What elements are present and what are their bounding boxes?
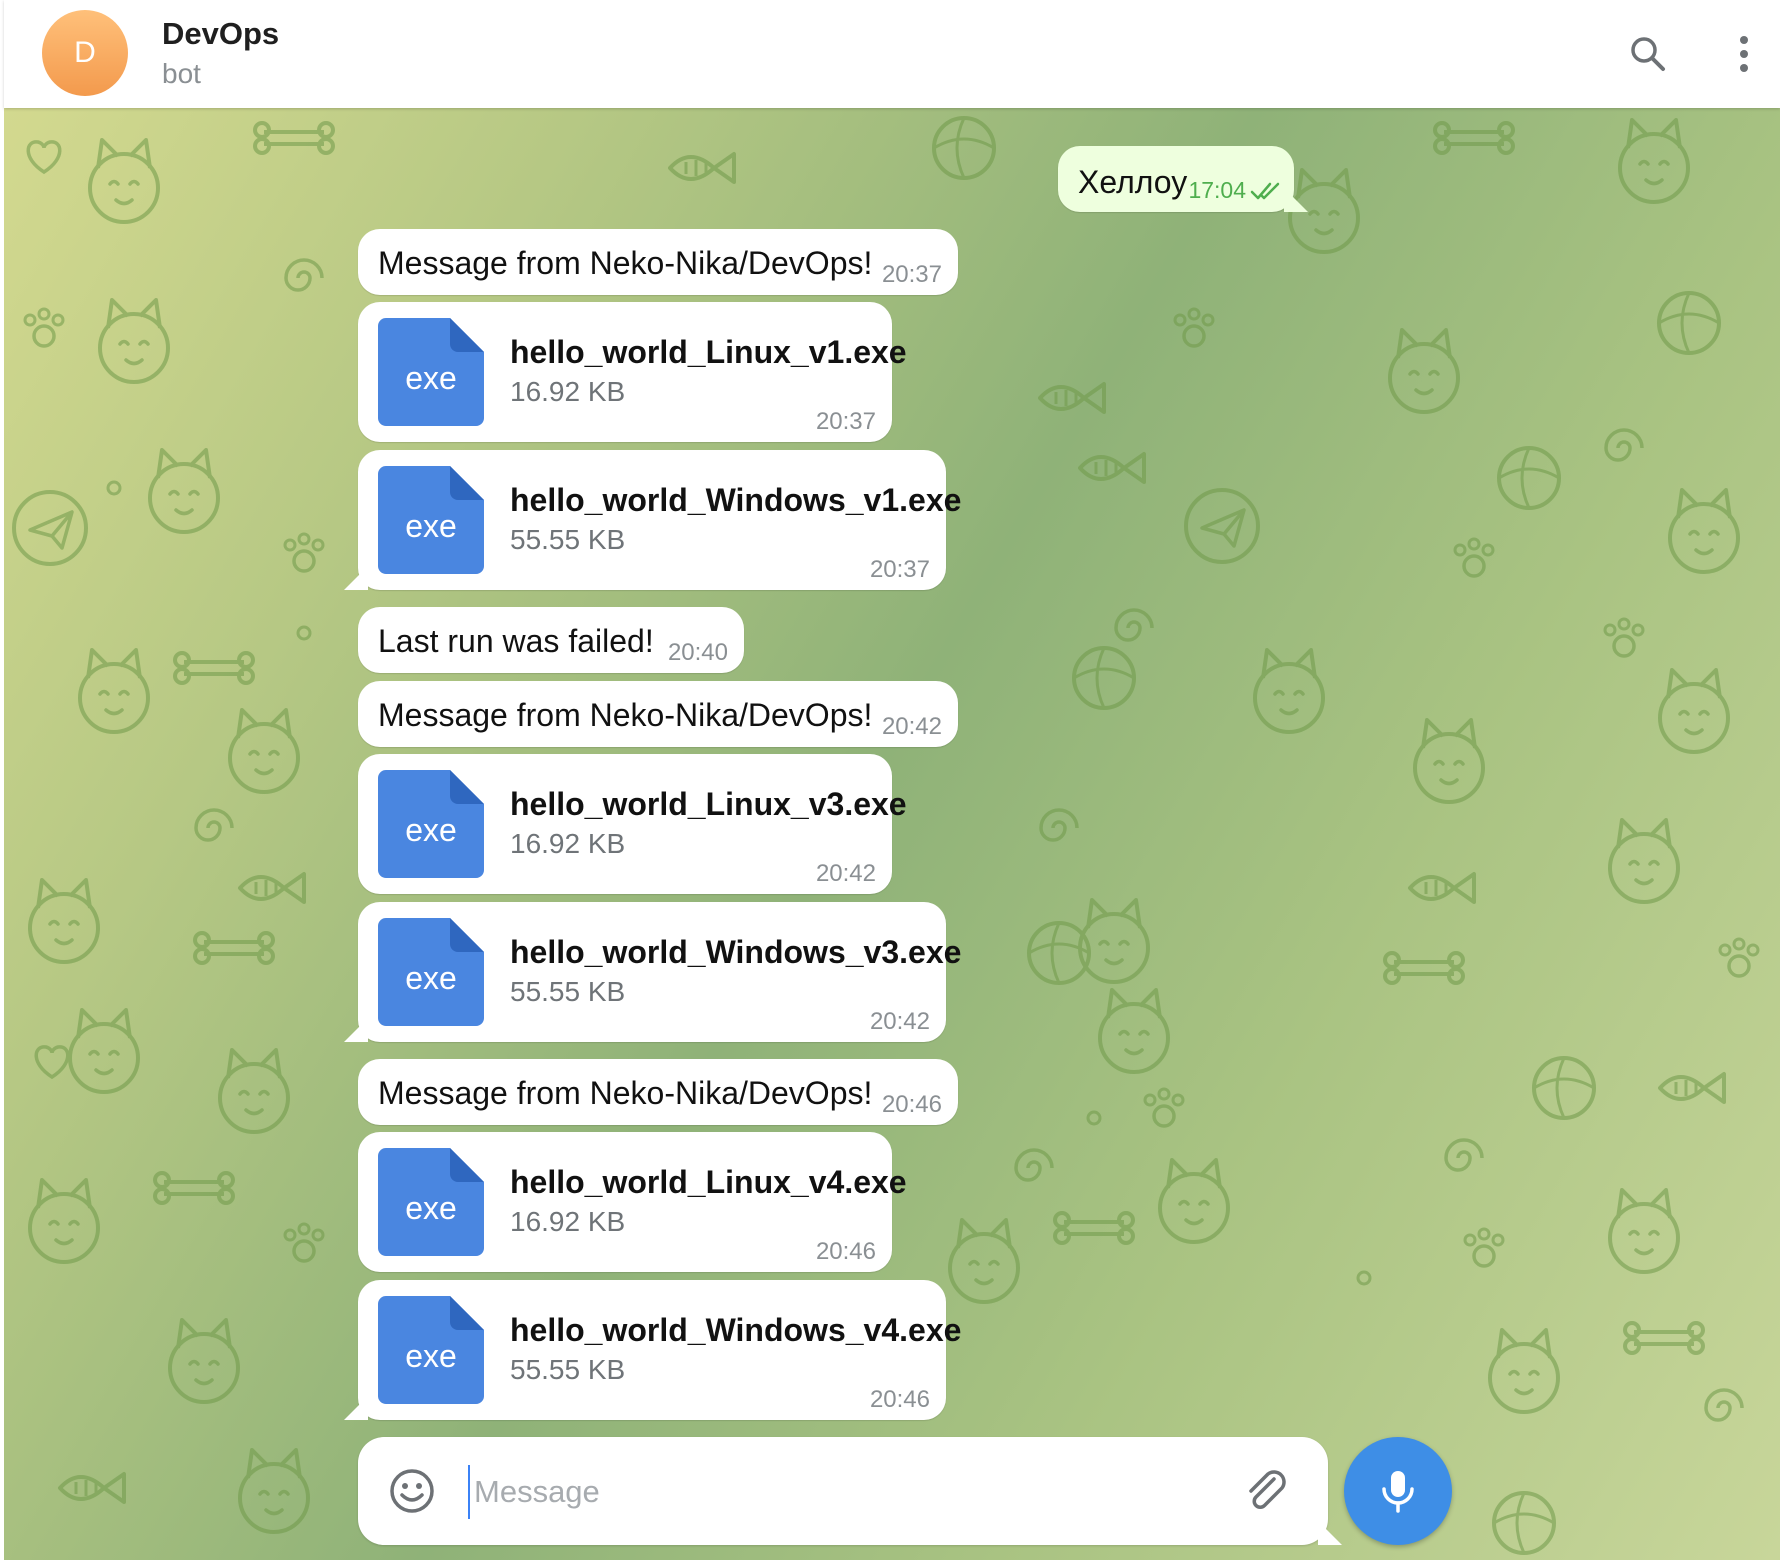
- file-size: 16.92 KB: [510, 1206, 626, 1237]
- message-time: 20:42: [881, 713, 942, 740]
- double-check-icon: [1250, 182, 1280, 200]
- chat-title[interactable]: DevOps: [162, 16, 279, 52]
- file-extension: exe: [405, 1190, 457, 1226]
- paperclip-icon[interactable]: [1240, 1465, 1290, 1515]
- message-time: 20:37: [869, 556, 930, 583]
- message-time: 20:46: [869, 1386, 930, 1413]
- microphone-icon[interactable]: [1344, 1437, 1452, 1545]
- more-vertical-icon[interactable]: [1720, 30, 1768, 78]
- file-name: hello_world_Linux_v3.exe: [510, 786, 907, 822]
- message-time: 20:46: [881, 1091, 942, 1118]
- file-extension: exe: [405, 1338, 457, 1374]
- message-text: Message from Neko-Nika/DevOps!: [378, 245, 873, 281]
- message-time: 20:37: [815, 408, 876, 435]
- outgoing-message[interactable]: Хеллоу 17:04: [1058, 146, 1308, 212]
- message-text: Last run was failed!: [378, 623, 654, 659]
- file-extension: exe: [405, 812, 457, 848]
- message-time: 20:40: [667, 639, 728, 666]
- message-text: Хеллоу: [1078, 164, 1188, 200]
- file-message[interactable]: exe hello_world_Windows_v1.exe 55.55 KB …: [344, 450, 961, 590]
- file-name: hello_world_Linux_v1.exe: [510, 334, 907, 370]
- file-extension: exe: [405, 508, 457, 544]
- message-input[interactable]: [468, 1465, 1196, 1519]
- file-size: 55.55 KB: [510, 1354, 626, 1385]
- avatar[interactable]: D: [42, 10, 128, 96]
- incoming-message[interactable]: Message from Neko-Nika/DevOps! 20:42: [358, 681, 958, 747]
- file-message[interactable]: exe hello_world_Linux_v1.exe 16.92 KB 20…: [358, 302, 907, 442]
- file-icon[interactable]: exe: [378, 466, 484, 574]
- chat-background: Хеллоу 17:04 Message from Neko-Nika/DevO…: [4, 108, 1780, 1560]
- file-icon[interactable]: exe: [378, 918, 484, 1026]
- file-message[interactable]: exe hello_world_Windows_v3.exe 55.55 KB …: [344, 902, 961, 1042]
- message-time: 20:42: [869, 1008, 930, 1035]
- file-extension: exe: [405, 360, 457, 396]
- file-name: hello_world_Windows_v4.exe: [510, 1312, 962, 1348]
- incoming-message[interactable]: Last run was failed! 20:40: [358, 607, 744, 673]
- file-message[interactable]: exe hello_world_Windows_v4.exe 55.55 KB …: [344, 1280, 961, 1420]
- message-time: 20:46: [815, 1238, 876, 1265]
- message-time: 20:42: [815, 860, 876, 887]
- file-icon[interactable]: exe: [378, 770, 484, 878]
- file-icon[interactable]: exe: [378, 1296, 484, 1404]
- search-icon[interactable]: [1624, 30, 1672, 78]
- file-name: hello_world_Linux_v4.exe: [510, 1164, 907, 1200]
- file-message[interactable]: exe hello_world_Linux_v4.exe 16.92 KB 20…: [358, 1132, 907, 1272]
- file-name: hello_world_Windows_v1.exe: [510, 482, 962, 518]
- message-time: 20:37: [881, 261, 942, 288]
- chat-header: D DevOps bot: [4, 0, 1780, 108]
- file-icon[interactable]: exe: [378, 318, 484, 426]
- file-message[interactable]: exe hello_world_Linux_v3.exe 16.92 KB 20…: [358, 754, 907, 894]
- incoming-message[interactable]: Message from Neko-Nika/DevOps! 20:46: [358, 1059, 958, 1125]
- message-time: 17:04: [1188, 177, 1246, 203]
- emoji-icon[interactable]: [388, 1467, 436, 1515]
- file-size: 16.92 KB: [510, 828, 626, 859]
- file-icon[interactable]: exe: [378, 1148, 484, 1256]
- incoming-message[interactable]: Message from Neko-Nika/DevOps! 20:37: [358, 229, 958, 295]
- file-name: hello_world_Windows_v3.exe: [510, 934, 962, 970]
- message-text: Message from Neko-Nika/DevOps!: [378, 697, 873, 733]
- file-size: 55.55 KB: [510, 976, 626, 1007]
- file-size: 55.55 KB: [510, 524, 626, 555]
- message-text: Message from Neko-Nika/DevOps!: [378, 1075, 873, 1111]
- chat-subtitle: bot: [162, 58, 201, 89]
- file-size: 16.92 KB: [510, 376, 626, 407]
- file-extension: exe: [405, 960, 457, 996]
- message-composer: [358, 1437, 1342, 1545]
